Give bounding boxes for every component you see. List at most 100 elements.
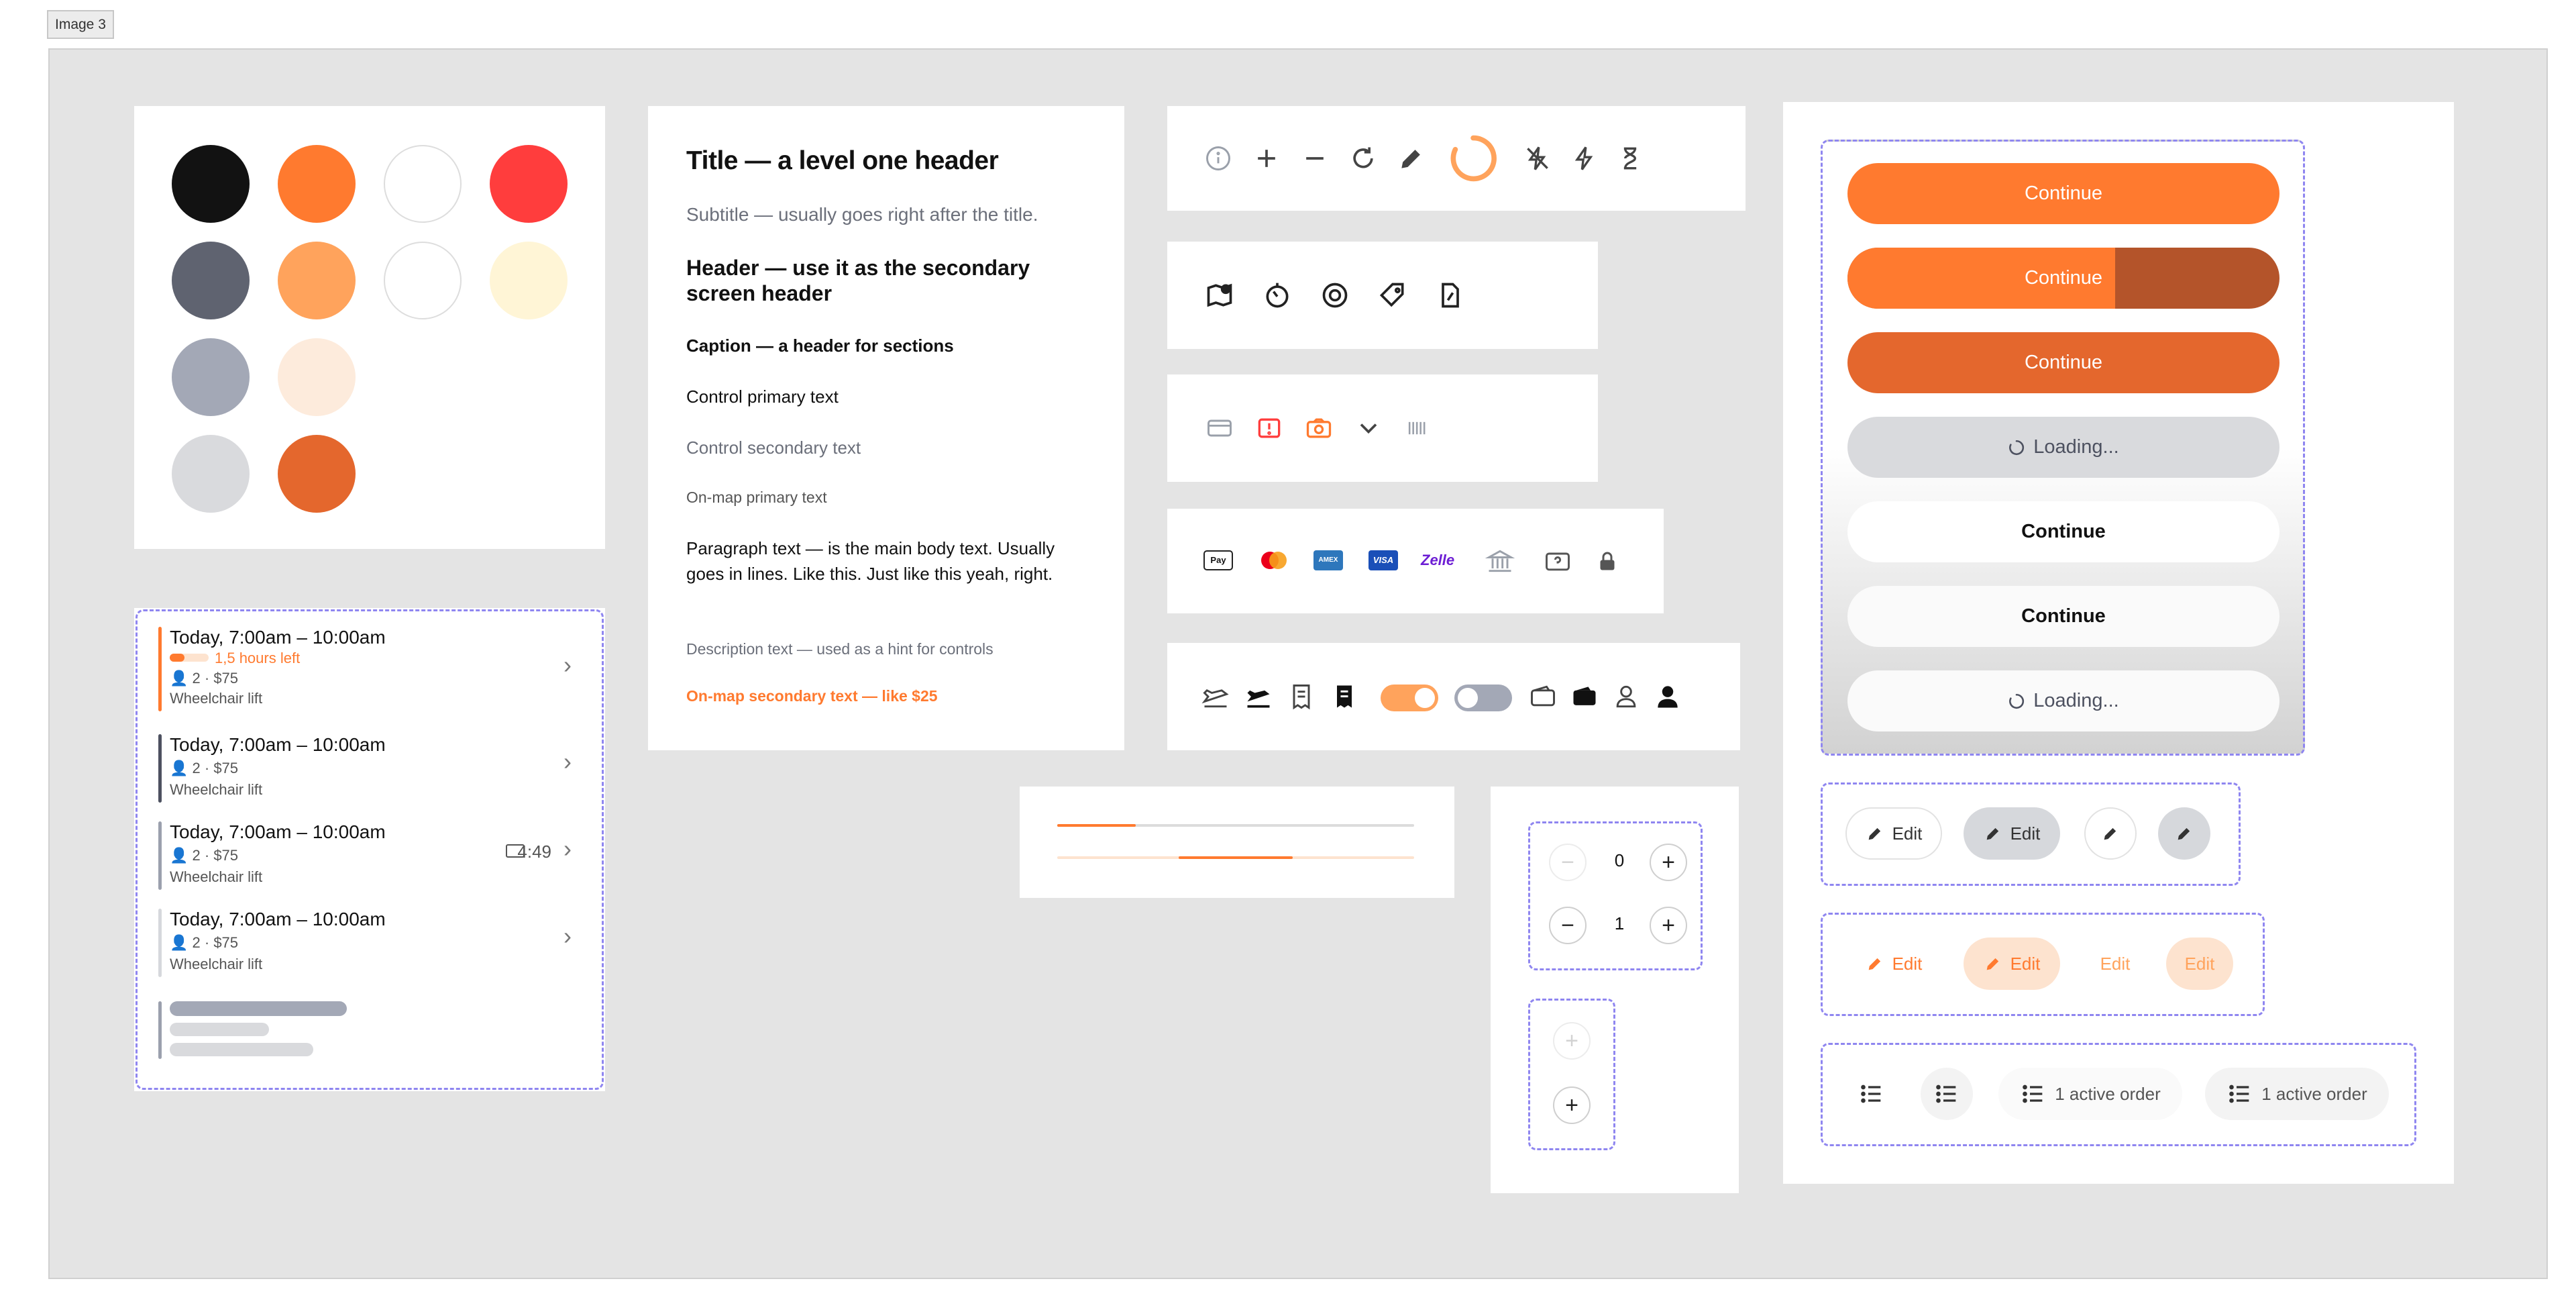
toggle-knob [1458, 688, 1478, 708]
buttons-frame: Continue Continue Continue Loading... Co… [1821, 140, 2305, 756]
artboard: Today, 7:00am – 10:00am 1,5 hours left 👤… [48, 48, 2548, 1279]
toggle-on[interactable] [1381, 685, 1438, 711]
wallet-question-icon [1543, 546, 1572, 576]
receipt-outline-icon [1287, 682, 1316, 711]
edit-button-pressed[interactable]: Edit [1964, 807, 2060, 860]
stepper: − 0 + [1549, 844, 1690, 884]
ride-timer: 4:49 [517, 842, 551, 862]
hourglass-icon [1615, 144, 1645, 173]
ride-status-bar [158, 821, 162, 890]
ride-feature: Wheelchair lift [170, 956, 263, 972]
card-icon [1205, 413, 1234, 443]
onmap-secondary-sample: On-map secondary text — like $25 [686, 687, 938, 705]
flash-off-icon [1523, 144, 1552, 173]
ride-item[interactable]: Today, 7:00am – 10:00am 👤 2 · $75 Wheelc… [158, 734, 582, 803]
stepper-value: 0 [1614, 850, 1625, 870]
progress-fill-1 [1057, 824, 1136, 827]
edit-button[interactable]: Edit [1845, 807, 1942, 860]
onmap-primary-sample: On-map primary text [686, 489, 827, 506]
loading-white-button[interactable]: Loading... [1847, 670, 2279, 731]
spinner-icon [2008, 439, 2025, 456]
mastercard-icon [1258, 550, 1288, 570]
person-icon: 👤 [170, 847, 189, 864]
orders-pills-frame: 1 active order 1 active order [1821, 1043, 2416, 1146]
stepper-value: 1 [1614, 913, 1625, 933]
lifebuoy-icon [1320, 281, 1350, 310]
edit-accent-button-pressed[interactable]: Edit [1964, 938, 2060, 990]
ride-item[interactable]: Today, 7:00am – 10:00am 1,5 hours left 👤… [158, 627, 582, 711]
pencil-icon [1984, 824, 2002, 843]
apple-pay-icon: Pay [1203, 550, 1233, 570]
add-button-frame: + + [1528, 999, 1615, 1150]
description-sample: Description text — used as a hint for co… [686, 640, 994, 658]
list-icon [1858, 1080, 1885, 1107]
stepper: − 1 + [1549, 907, 1690, 947]
stepper-frame: − 0 + − 1 + [1528, 821, 1703, 970]
clock-icon [1263, 281, 1292, 310]
stepper-increment[interactable]: + [1650, 844, 1687, 881]
map-pin-icon [1205, 281, 1234, 310]
add-button-disabled[interactable]: + [1553, 1022, 1591, 1060]
edit-icon-button-pressed[interactable] [2158, 807, 2210, 860]
ride-meta: 👤 2 · $75 [170, 934, 238, 952]
color-swatch [490, 145, 568, 223]
wallet-outline-icon [1528, 682, 1558, 711]
active-order-button[interactable]: 1 active order [1998, 1068, 2182, 1120]
header-sample: Header — use it as the secondary screen … [686, 256, 1030, 305]
continue-progress-button[interactable]: Continue [1847, 248, 2279, 309]
toggle-off[interactable] [1454, 685, 1512, 711]
edit-icon-button[interactable] [2084, 807, 2137, 860]
continue-white-button[interactable]: Continue [1847, 501, 2279, 562]
time-left-progress [170, 654, 209, 662]
progress-fill-2 [1178, 856, 1293, 859]
stepper-decrement[interactable]: − [1549, 907, 1587, 944]
color-swatch [172, 435, 250, 513]
zelle-icon: Zelle [1421, 552, 1455, 568]
icons-row-3 [1167, 374, 1598, 482]
list-button-pressed[interactable] [1921, 1068, 1973, 1120]
color-swatch [384, 145, 462, 223]
receipt-filled-icon [1330, 682, 1359, 711]
chevron-right-icon: › [564, 922, 572, 950]
user-outline-icon [1611, 682, 1641, 711]
ride-item[interactable]: Today, 7:00am – 10:00am 👤 2 · $75 Wheelc… [158, 909, 582, 977]
active-order-button-pressed[interactable]: 1 active order [2205, 1068, 2389, 1120]
loading-button[interactable]: Loading... [1847, 417, 2279, 478]
color-swatch [490, 242, 568, 319]
edit-accent-pills-frame: Edit Edit Edit Edit [1821, 913, 2265, 1016]
bank-icon [1485, 546, 1515, 576]
edit-text-button[interactable]: Edit [2082, 938, 2149, 990]
stepper-increment[interactable]: + [1650, 907, 1687, 944]
minus-icon [1300, 144, 1330, 173]
ride-status-bar [158, 627, 162, 711]
continue-button[interactable]: Continue [1847, 163, 2279, 224]
color-swatch [384, 242, 462, 319]
paragraph-sample: Paragraph text — is the main body text. … [686, 538, 1055, 584]
control-primary-sample: Control primary text [686, 387, 839, 407]
caption-sample: Caption — a header for sections [686, 336, 954, 356]
ride-item[interactable]: Today, 7:00am – 10:00am 👤 2 · $75 Wheelc… [158, 821, 582, 890]
visa-icon: VISA [1368, 550, 1398, 570]
icons-row-5 [1167, 643, 1740, 750]
add-button[interactable]: + [1553, 1086, 1591, 1124]
progress-track-2 [1057, 856, 1414, 859]
list-button[interactable] [1845, 1068, 1898, 1120]
ride-passengers-price: 2 · $75 [192, 934, 239, 951]
document-dollar-icon [1436, 281, 1465, 310]
ride-passengers-price: 2 · $75 [192, 760, 239, 776]
list-icon [2226, 1080, 2253, 1107]
flash-icon [1570, 144, 1599, 173]
pencil-icon [1866, 954, 1884, 973]
stepper-decrement[interactable]: − [1549, 844, 1587, 881]
plane-outline-icon [1201, 682, 1230, 711]
continue-white-button-2[interactable]: Continue [1847, 586, 2279, 647]
continue-button-pressed[interactable]: Continue [1847, 332, 2279, 393]
title-sample: Title — a level one header [686, 146, 999, 175]
chevron-right-icon: › [564, 748, 572, 775]
ride-time: Today, 7:00am – 10:00am [170, 734, 386, 755]
edit-text-button-pressed[interactable]: Edit [2166, 938, 2233, 990]
edit-accent-button[interactable]: Edit [1845, 938, 1942, 990]
wallet-filled-icon [1570, 682, 1599, 711]
color-swatch [172, 242, 250, 319]
ride-meta: 👤 2 · $75 [170, 847, 238, 864]
